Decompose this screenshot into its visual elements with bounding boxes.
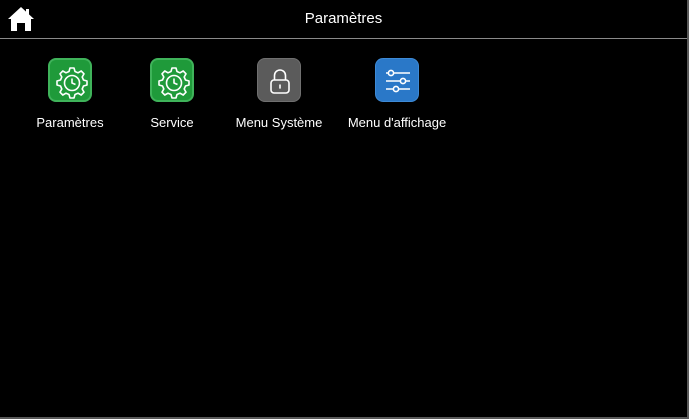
tile-label: Menu Système (235, 115, 323, 130)
top-bar: Paramètres (0, 0, 687, 39)
tile-label: Service (150, 115, 194, 130)
lock-icon (270, 69, 290, 94)
page-title: Paramètres (304, 10, 383, 27)
tile-label: Paramètres (36, 115, 104, 130)
gear-clock-icon (158, 67, 190, 99)
tile-icon-box (48, 58, 92, 102)
tile-service[interactable]: Service (117, 58, 227, 138)
tile-icon-box (257, 58, 301, 102)
gear-clock-icon (56, 67, 88, 99)
tile-label: Menu d'affichage (347, 115, 447, 130)
tile-icon-box (150, 58, 194, 102)
tile-parametres[interactable]: Paramètres (15, 58, 125, 138)
tile-menu-systeme[interactable]: Menu Système (224, 58, 334, 138)
sliders-icon (386, 69, 410, 93)
screen: Paramètres Paramètres Service Menu Systè… (0, 0, 689, 419)
menu-grid: Paramètres Service Menu Système Menu d'a… (0, 40, 687, 160)
tile-icon-box (375, 58, 419, 102)
tile-menu-affichage[interactable]: Menu d'affichage (342, 58, 452, 138)
